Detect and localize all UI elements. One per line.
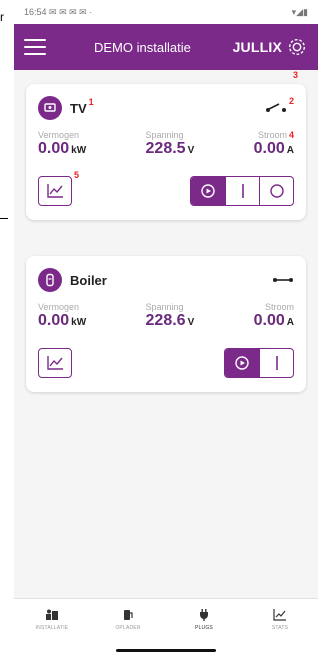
mode-off-button[interactable]: [259, 177, 293, 205]
device-card-tv: TV 1 2 Vermogen 0.00 kW Spanning 228.5 V S…: [26, 70, 306, 220]
metric-spanning: Spanning 228.6 V: [146, 302, 195, 330]
boiler-device-icon: [38, 268, 62, 292]
metric-unit: V: [187, 145, 195, 156]
switch-state-indicator: [272, 274, 294, 286]
page-title: DEMO installatie: [94, 39, 191, 55]
system-icons: ▾◢▮: [291, 6, 308, 17]
metric-label-text: Stroom: [257, 130, 287, 140]
charger-icon: [124, 609, 133, 620]
menu-icon[interactable]: [24, 39, 46, 55]
bottom-navigation: INSTALLATIE OPLADER PLUGS STATS: [14, 598, 318, 640]
metric-label: Vermogen: [38, 302, 80, 312]
off-icon: [269, 184, 284, 198]
metric-unit: A: [286, 145, 294, 156]
brand-name: JULLIX: [232, 39, 282, 55]
nav-installatie[interactable]: INSTALLATIE: [14, 599, 90, 640]
status-time: 16:54: [24, 6, 47, 17]
metric-stroom: Stroom 4 0.00 A: [254, 130, 294, 158]
annotation-marker: 3: [292, 70, 298, 80]
outer-label: r: [0, 10, 4, 24]
metric-spanning: Spanning 228.5 V: [146, 130, 195, 158]
metric-label: Stroom 4: [258, 130, 294, 140]
annotation-marker: 5: [74, 170, 80, 180]
plug-icon: [200, 608, 208, 621]
phone-screen: 16:54 ✉ ✉ ✉ ✉ · ▾◢▮ DEMO installatie JUL…: [14, 0, 318, 658]
nav-plugs[interactable]: PLUGS: [166, 599, 242, 640]
switch-state-indicator: 2: [265, 96, 294, 114]
chart-button[interactable]: [38, 348, 72, 378]
mode-auto-button[interactable]: [225, 349, 259, 377]
nav-oplader[interactable]: OPLADER: [90, 599, 166, 640]
metric-unit: V: [187, 317, 195, 328]
metric-unit: kW: [71, 145, 87, 156]
metric-value: 0.00: [253, 312, 285, 329]
annotation-marker: 4: [288, 130, 294, 140]
nav-label: OPLADER: [115, 624, 141, 631]
nav-label: STATS: [271, 624, 289, 631]
metric-unit: A: [286, 317, 294, 328]
auto-mode-icon: [235, 356, 249, 370]
stats-icon: [273, 608, 286, 621]
metric-value: 228.6: [145, 312, 186, 329]
brand-gear-icon: [288, 38, 306, 56]
switch-closed-icon: [273, 278, 293, 282]
on-icon: [241, 184, 244, 198]
metric-label: Vermogen: [38, 130, 80, 140]
nav-label: PLUGS: [195, 624, 213, 631]
metric-value: 228.5: [145, 140, 186, 157]
notification-icons: ✉ ✉ ✉ ✉ ·: [49, 6, 93, 17]
metric-stroom: Stroom 0.00 A: [254, 302, 294, 330]
device-name: TV: [70, 100, 87, 116]
line-chart-icon: [47, 356, 63, 370]
metric-unit: kW: [71, 317, 87, 328]
metric-vermogen: Vermogen 0.00 kW: [38, 130, 86, 158]
metric-label: Spanning: [145, 130, 184, 140]
metric-vermogen: Vermogen 0.00 kW: [38, 302, 86, 330]
chart-button[interactable]: [38, 176, 72, 206]
brand-logo: JULLIX: [233, 36, 308, 58]
nav-stats[interactable]: STATS: [242, 599, 318, 640]
auto-mode-icon: [201, 184, 215, 198]
installation-icon: [46, 609, 58, 620]
app-bar: DEMO installatie JULLIX: [14, 24, 318, 70]
mode-on-button[interactable]: [225, 177, 259, 205]
on-icon: [275, 356, 278, 370]
annotation-marker: 1: [88, 97, 94, 107]
outer-divider: [0, 218, 8, 219]
tv-device-icon: [38, 96, 62, 120]
home-indicator[interactable]: [116, 649, 216, 652]
line-chart-icon: [47, 184, 63, 198]
switch-open-icon: [265, 103, 286, 112]
device-card-boiler: Boiler Vermogen 0.00 kW Spanning 228.6 V S…: [26, 256, 306, 392]
mode-auto-button[interactable]: [191, 177, 225, 205]
mode-selector: [190, 176, 294, 206]
metric-value: 0.00: [253, 140, 285, 157]
nav-label: INSTALLATIE: [35, 624, 69, 631]
annotation-marker: 2: [288, 96, 294, 106]
metric-label: Stroom: [264, 302, 294, 312]
mode-on-button[interactable]: [259, 349, 293, 377]
metric-value: 0.00: [38, 140, 70, 157]
metric-label: Spanning: [145, 302, 184, 312]
mode-selector: [224, 348, 294, 378]
gesture-area: [14, 640, 318, 658]
device-name: Boiler: [70, 272, 107, 288]
metric-value: 0.00: [38, 312, 70, 329]
status-bar: 16:54 ✉ ✉ ✉ ✉ · ▾◢▮: [14, 0, 318, 24]
